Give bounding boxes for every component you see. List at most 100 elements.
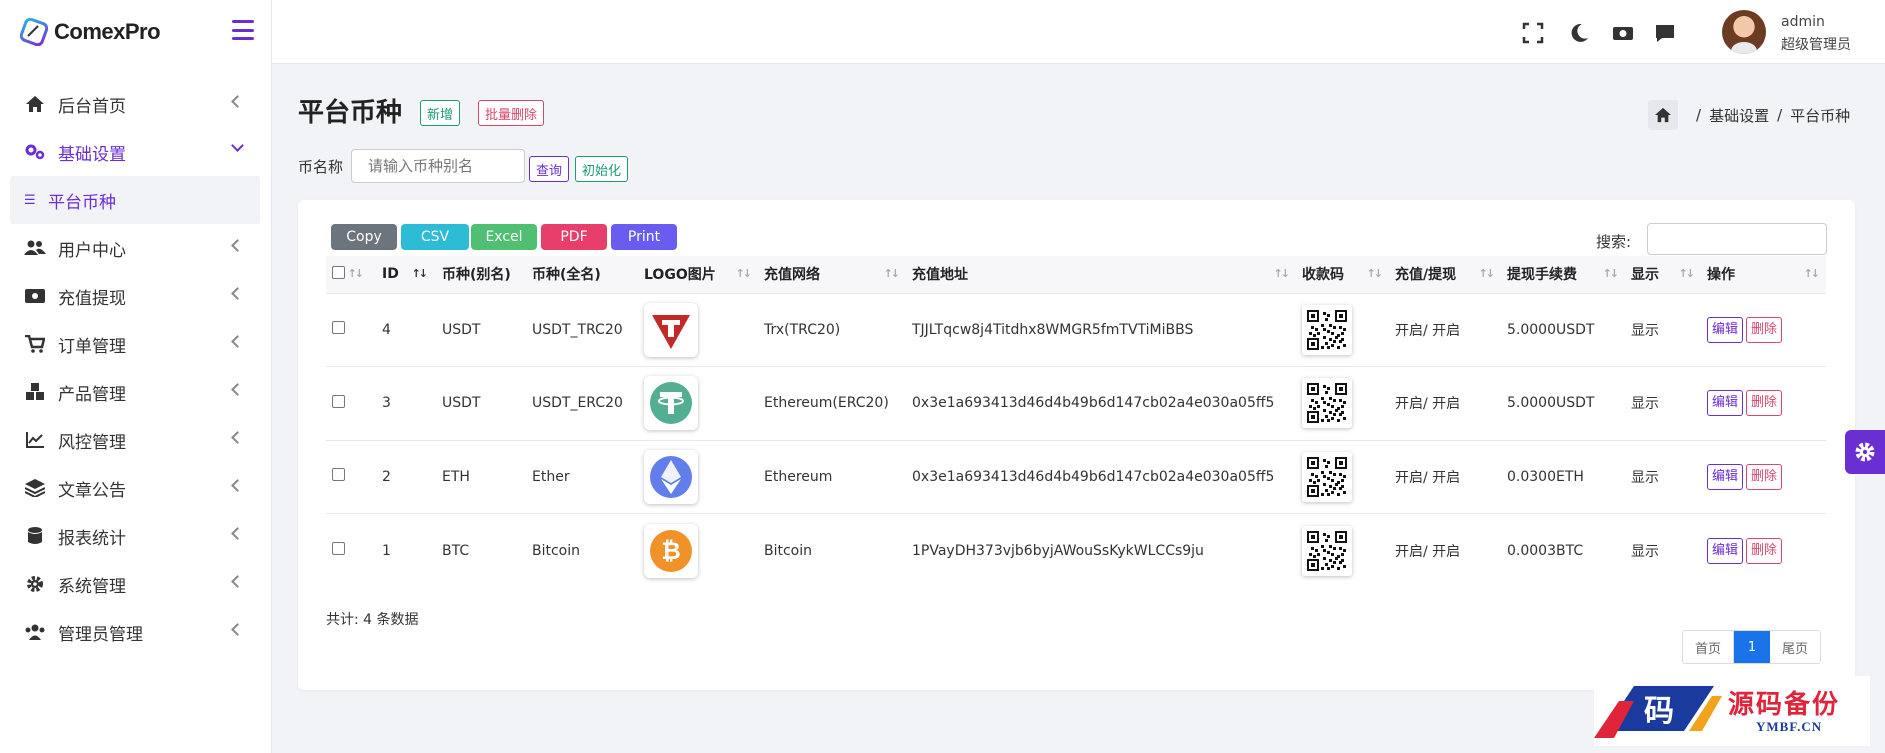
sidebar-item-basic-settings[interactable]: 基础设置 (0, 128, 272, 176)
breadcrumb-home-icon[interactable] (1648, 100, 1678, 130)
edit-button[interactable]: 编辑 (1707, 537, 1744, 564)
add-button[interactable]: 新增 (420, 100, 461, 126)
fullscreen-icon[interactable] (1522, 22, 1544, 44)
export-excel-button[interactable]: Excel (471, 224, 537, 250)
table-row[interactable]: 1 BTC Bitcoin ₿ Bitcoin 1PVayDH373vjb6by… (326, 513, 1826, 587)
sidebar-item-articles[interactable]: 文章公告 (0, 464, 272, 512)
sort-icon[interactable]: ↑↓ (1804, 267, 1821, 280)
cell-status: 开启/ 开启 (1389, 292, 1501, 367)
delete-button[interactable]: 删除 (1746, 537, 1783, 564)
user-name[interactable]: admin (1781, 14, 1825, 30)
table-row[interactable]: 2 ETH Ether Ethereum 0x3e1a693413d46d4b4… (326, 439, 1826, 514)
column-header-full-name[interactable]: 币种(全名) (526, 256, 638, 293)
sidebar-item-risk-control[interactable]: 风控管理 (0, 416, 272, 464)
sidebar-item-products[interactable]: 产品管理 (0, 368, 272, 416)
table-search-input[interactable] (1647, 223, 1827, 255)
sidebar-item-reports[interactable]: 报表统计 (0, 512, 272, 560)
sort-icon[interactable]: ↑↓ (1603, 267, 1620, 280)
cell-full-name: Ether (526, 439, 638, 514)
export-copy-button[interactable]: Copy (331, 224, 397, 250)
sort-icon[interactable]: ↑↓ (1679, 267, 1696, 280)
column-header-qrcode[interactable]: 收款码 ↑↓ (1296, 256, 1389, 293)
sidebar-item-admins[interactable]: 管理员管理 (0, 608, 272, 656)
sidebar-item-system[interactable]: 系统管理 (0, 560, 272, 608)
sidebar-item-deposit-withdraw[interactable]: 充值提现 (0, 272, 272, 320)
column-header-id[interactable]: ID ↑↓ (376, 256, 436, 293)
chevron-down-icon (231, 139, 244, 152)
row-checkbox[interactable] (332, 321, 345, 335)
delete-button[interactable]: 删除 (1746, 463, 1783, 490)
bitcoin-icon: ₿ (644, 523, 698, 578)
column-header-fee[interactable]: 提现手续费 ↑↓ (1501, 256, 1625, 293)
column-header-show[interactable]: 显示 ↑↓ (1625, 256, 1701, 293)
sort-icon[interactable]: ↑↓ (348, 267, 365, 280)
chevron-left-icon (231, 287, 244, 300)
delete-button[interactable]: 删除 (1746, 390, 1783, 417)
money-bill-icon[interactable] (1612, 22, 1634, 44)
dark-mode-moon-icon[interactable] (1568, 22, 1590, 44)
row-select-cell[interactable] (326, 439, 376, 514)
chevron-left-icon (231, 383, 244, 396)
initialize-button[interactable]: 初始化 (575, 156, 629, 182)
row-checkbox[interactable] (332, 394, 345, 408)
brand[interactable]: ComexPro (0, 0, 271, 64)
sidebar-item-orders[interactable]: 订单管理 (0, 320, 272, 368)
edit-button[interactable]: 编辑 (1707, 390, 1744, 417)
select-all-checkbox[interactable] (332, 265, 345, 279)
sort-icon[interactable]: ↑↓ (1274, 267, 1291, 280)
column-header-logo[interactable]: LOGO图片 ↑↓ (638, 256, 758, 293)
row-checkbox[interactable] (332, 542, 345, 555)
sort-icon[interactable]: ↑↓ (1367, 267, 1384, 280)
edit-button[interactable]: 编辑 (1707, 316, 1744, 343)
column-header-network[interactable]: 充值网络 ↑↓ (758, 256, 906, 293)
pager-current-page[interactable]: 1 (1734, 631, 1771, 663)
cell-address: 0x3e1a693413d46d4b49b6d147cb02a4e030a05f… (906, 439, 1296, 514)
currency-name-input[interactable] (351, 149, 525, 183)
row-checkbox[interactable] (332, 468, 345, 482)
column-header-actions[interactable]: 操作 ↑↓ (1701, 256, 1826, 293)
pager-last-button[interactable]: 尾页 (1770, 631, 1821, 663)
sidebar-item-users[interactable]: 用户中心 (0, 224, 272, 272)
column-header-status[interactable]: 充值/提现 ↑↓ (1389, 256, 1501, 293)
table-row[interactable]: 3 USDT USDT_ERC20 Ethereum(ERC20) 0x3e1a… (326, 366, 1826, 440)
sort-icon[interactable]: ↑↓ (412, 267, 429, 280)
sort-icon[interactable]: ↑↓ (736, 267, 753, 280)
sidebar-subitem-platform-currency[interactable]: ☰ 平台币种 (10, 176, 260, 224)
chat-icon[interactable] (1654, 22, 1676, 44)
sidebar-item-label: 基础设置 (58, 144, 126, 165)
cell-logo (638, 366, 758, 440)
sort-icon[interactable]: ↑↓ (884, 267, 901, 280)
cell-status: 开启/ 开启 (1389, 439, 1501, 514)
users-icon (24, 237, 46, 259)
sidebar-item-home[interactable]: 后台首页 (0, 80, 272, 128)
pager-first-button[interactable]: 首页 (1683, 631, 1735, 663)
column-header-alias[interactable]: 币种(别名) (436, 256, 526, 293)
search-button[interactable]: 查询 (529, 156, 570, 182)
export-pdf-button[interactable]: PDF (541, 224, 607, 250)
cell-show: 显示 (1625, 366, 1701, 440)
row-select-cell[interactable] (326, 292, 376, 367)
menu-toggle-button[interactable] (232, 20, 254, 40)
row-select-cell[interactable] (326, 366, 376, 440)
avatar[interactable] (1722, 10, 1766, 54)
qr-code-icon[interactable] (1302, 378, 1352, 429)
bulk-delete-button[interactable]: 批量删除 (478, 100, 545, 126)
chevron-left-icon (231, 479, 244, 492)
qr-code-icon[interactable] (1302, 451, 1352, 502)
cell-fee: 5.0000USDT (1501, 366, 1625, 440)
table-row[interactable]: 4 USDT USDT_TRC20 Trx(TRC20) TJJLTqcw8j4… (326, 292, 1826, 367)
delete-button[interactable]: 删除 (1746, 316, 1783, 343)
cell-fee: 0.0300ETH (1501, 439, 1625, 514)
settings-gear-button[interactable] (1845, 430, 1885, 474)
sidebar-item-label: 报表统计 (58, 528, 126, 549)
column-header-address[interactable]: 充值地址 ↑↓ (906, 256, 1296, 293)
sort-icon[interactable]: ↑↓ (1479, 267, 1496, 280)
row-select-cell[interactable] (326, 513, 376, 587)
qr-code-icon[interactable] (1302, 525, 1352, 576)
breadcrumb-item[interactable]: 基础设置 (1709, 105, 1769, 126)
export-csv-button[interactable]: CSV (401, 224, 469, 250)
select-all-header[interactable]: ↑↓ (326, 256, 376, 293)
qr-code-icon[interactable] (1302, 304, 1352, 355)
export-print-button[interactable]: Print (611, 224, 677, 250)
edit-button[interactable]: 编辑 (1707, 463, 1744, 490)
